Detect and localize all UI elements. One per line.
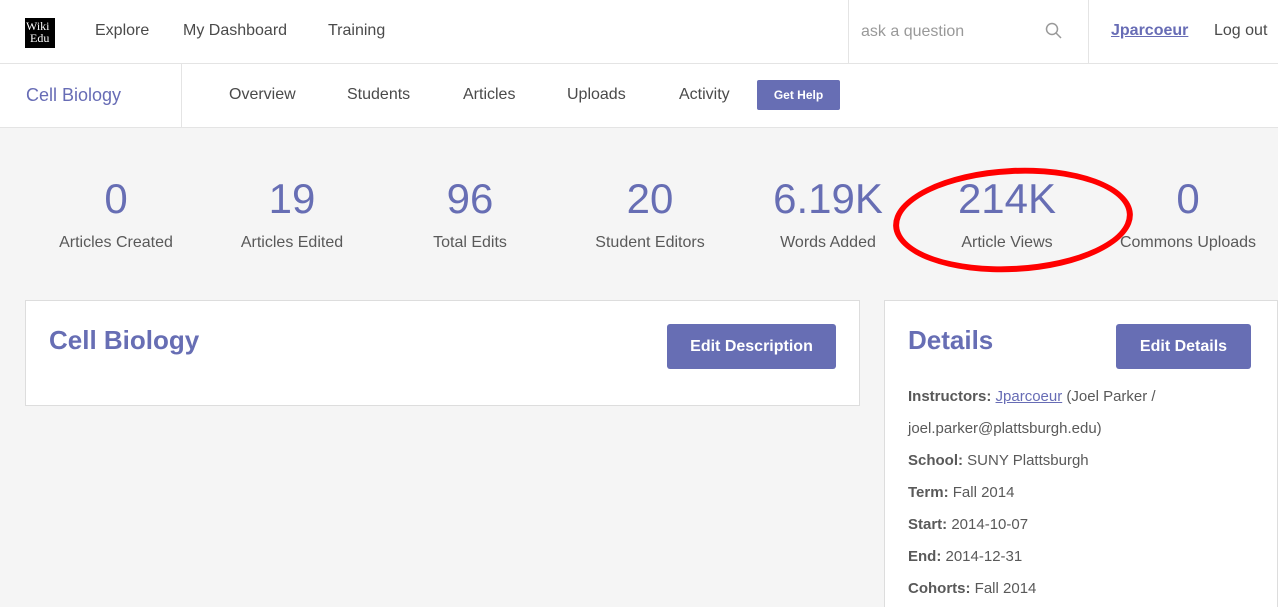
course-details-panel: Details Edit Details Instructors: Jparco…	[884, 300, 1278, 607]
search-box	[848, 0, 1089, 64]
tab-overview[interactable]: Overview	[229, 86, 296, 104]
search-input[interactable]	[861, 18, 1041, 46]
tab-activity[interactable]: Activity	[679, 86, 730, 104]
stat-value: 6.19K	[773, 175, 883, 222]
top-navbar: Wiki Edu Explore My Dashboard Training J…	[0, 0, 1278, 64]
school-row: School: SUNY Plattsburgh	[908, 452, 1089, 469]
instructor-link[interactable]: Jparcoeur	[996, 388, 1063, 405]
start-row: Start: 2014-10-07	[908, 516, 1029, 533]
edit-description-button[interactable]: Edit Description	[667, 324, 836, 369]
panel-title: Details	[908, 325, 994, 355]
stat-student-editors: 20 Student Editors	[580, 176, 720, 252]
stat-articles-edited: 19 Articles Edited	[222, 176, 362, 252]
panel-title: Cell Biology	[49, 325, 200, 355]
stat-value: 20	[626, 175, 674, 222]
nav-link-explore[interactable]: Explore	[95, 22, 149, 40]
nav-link-training[interactable]: Training	[328, 22, 385, 40]
wikiedu-logo[interactable]: Wiki Edu	[25, 18, 55, 48]
stat-label: Articles Created	[59, 234, 173, 251]
edit-details-button[interactable]: Edit Details	[1116, 324, 1251, 369]
stat-value: 19	[268, 175, 316, 222]
user-profile-link[interactable]: Jparcoeur	[1111, 22, 1188, 40]
logout-link[interactable]: Log out	[1214, 22, 1267, 40]
stat-value: 0	[104, 175, 128, 222]
stat-label: Articles Edited	[240, 234, 344, 251]
stat-total-edits: 96 Total Edits	[400, 176, 540, 252]
instructors-row: Instructors: Jparcoeur (Joel Parker /	[908, 388, 1156, 405]
tab-uploads[interactable]: Uploads	[567, 86, 626, 104]
stat-label: Commons Uploads	[1119, 234, 1257, 251]
tab-students[interactable]: Students	[347, 86, 410, 104]
stat-label: Student Editors	[595, 234, 705, 251]
tab-articles[interactable]: Articles	[463, 86, 515, 104]
get-help-button[interactable]: Get Help	[757, 80, 840, 110]
end-row: End: 2014-12-31	[908, 548, 1023, 565]
stat-value: 96	[446, 175, 494, 222]
course-title[interactable]: Cell Biology	[0, 64, 182, 128]
stat-label: Total Edits	[433, 234, 507, 251]
nav-link-my-dashboard[interactable]: My Dashboard	[183, 22, 287, 40]
course-title-label: Cell Biology	[26, 85, 122, 105]
instructor-email: joel.parker@plattsburgh.edu)	[908, 420, 1102, 437]
course-navbar: Cell Biology Overview Students Articles …	[0, 64, 1278, 128]
stat-label: Words Added	[780, 234, 876, 251]
red-circle-annotation	[890, 161, 1136, 279]
stat-articles-created: 0 Articles Created	[46, 176, 186, 252]
course-description-panel: Cell Biology Edit Description	[25, 300, 860, 406]
search-icon[interactable]	[1045, 22, 1063, 40]
cohorts-row: Cohorts: Fall 2014	[908, 580, 1037, 597]
stat-words-added: 6.19K Words Added	[758, 176, 898, 252]
term-row: Term: Fall 2014	[908, 484, 1015, 501]
details-list: Instructors: Jparcoeur (Joel Parker / jo…	[908, 381, 1238, 605]
